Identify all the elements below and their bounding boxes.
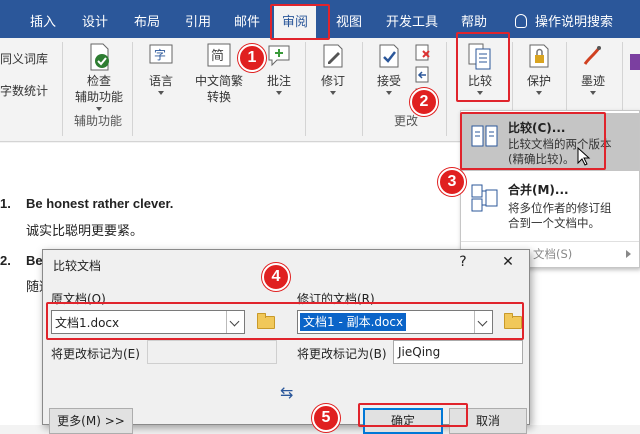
chevron-down-icon bbox=[330, 91, 336, 95]
group-separator bbox=[362, 42, 363, 136]
menu-item-combine[interactable]: 合并(M)... 将多位作者的修订组 合到一个文档中。 bbox=[461, 177, 639, 235]
chevron-down-icon bbox=[386, 91, 392, 95]
check-accessibility-button[interactable]: 检查 辅助功能 bbox=[70, 42, 128, 111]
tell-me-label: 操作说明搜索 bbox=[535, 15, 614, 30]
combine-menu-desc-2: 合到一个文档中。 bbox=[508, 216, 600, 230]
highlight-compare-button bbox=[456, 32, 510, 102]
tab-layout[interactable]: 布局 bbox=[134, 11, 160, 30]
list-number-2: 2. bbox=[0, 253, 11, 268]
accessibility-group-label: 辅助功能 bbox=[74, 114, 123, 128]
previous-change-icon[interactable] bbox=[414, 66, 432, 84]
document-line-1: Be honest rather clever. bbox=[26, 196, 174, 211]
tab-mailings[interactable]: 邮件 bbox=[234, 11, 260, 30]
chinese-conversion-icon: 简 bbox=[205, 42, 233, 70]
tab-insert[interactable]: 插入 bbox=[30, 11, 56, 30]
label-changes-right-input[interactable]: JieQing bbox=[393, 340, 523, 364]
chevron-right-icon bbox=[626, 250, 631, 258]
tab-design[interactable]: 设计 bbox=[82, 11, 108, 30]
language-label: 语言 bbox=[148, 74, 173, 88]
protect-button[interactable]: 保护 bbox=[518, 42, 560, 95]
highlight-review-tab bbox=[270, 4, 330, 40]
tell-me-search[interactable]: 操作说明搜索 bbox=[515, 11, 613, 30]
author-value: JieQing bbox=[398, 345, 441, 359]
group-separator bbox=[305, 42, 306, 136]
combine-menu-desc-1: 将多位作者的修订组 bbox=[508, 201, 612, 215]
check-accessibility-label-2: 辅助功能 bbox=[74, 90, 123, 104]
chevron-down-icon bbox=[590, 91, 596, 95]
svg-text:字: 字 bbox=[154, 47, 166, 62]
tab-view[interactable]: 视图 bbox=[336, 11, 362, 30]
dialog-close-button[interactable]: ✕ bbox=[498, 254, 518, 270]
accessibility-check-icon bbox=[85, 42, 113, 71]
document-translation-1: 诚实比聪明更要紧。 bbox=[26, 224, 144, 239]
changes-group-label: 更改 bbox=[394, 114, 419, 128]
lightbulb-icon bbox=[515, 14, 527, 28]
show-source-label: 文档(S) bbox=[533, 247, 573, 261]
group-separator bbox=[132, 42, 133, 136]
accept-button[interactable]: 接受 bbox=[368, 42, 410, 95]
reject-icon[interactable] bbox=[414, 44, 432, 62]
highlight-ok-button bbox=[358, 403, 468, 427]
tab-developer[interactable]: 开发工具 bbox=[386, 11, 438, 30]
svg-text:简: 简 bbox=[211, 48, 224, 64]
ink-button[interactable]: 墨迹 bbox=[572, 42, 614, 95]
chevron-down-icon bbox=[536, 91, 542, 95]
callout-number-1: 1 bbox=[238, 44, 266, 72]
track-changes-icon bbox=[319, 42, 347, 70]
callout-number-4: 4 bbox=[262, 263, 290, 291]
highlight-compare-menu-item bbox=[460, 112, 606, 170]
dialog-help-button[interactable]: ? bbox=[453, 254, 473, 270]
label-changes-right-label: 将更改标记为(B) bbox=[297, 347, 387, 361]
callout-number-2: 2 bbox=[410, 88, 438, 116]
chinese-conversion-label-2: 转换 bbox=[206, 90, 231, 104]
ink-label: 墨迹 bbox=[580, 74, 605, 88]
word-count-button[interactable]: 字数统计 bbox=[0, 82, 48, 99]
list-number-1: 1. bbox=[0, 196, 11, 211]
combine-menu-title: 合并(M)... bbox=[508, 183, 569, 197]
chevron-down-icon bbox=[158, 91, 164, 95]
onenote-icon[interactable] bbox=[630, 54, 640, 70]
comment-icon bbox=[265, 42, 293, 70]
accept-label: 接受 bbox=[376, 74, 401, 88]
thesaurus-button[interactable]: 同义词库 bbox=[0, 50, 48, 67]
lock-icon bbox=[525, 42, 553, 70]
group-separator bbox=[62, 42, 63, 136]
dialog-title: 比较文档 bbox=[53, 259, 102, 273]
callout-number-5: 5 bbox=[312, 404, 340, 432]
track-changes-button[interactable]: 修订 bbox=[310, 42, 356, 95]
language-button[interactable]: 字 语言 bbox=[138, 42, 184, 95]
group-separator bbox=[446, 42, 447, 136]
callout-number-3: 3 bbox=[438, 168, 466, 196]
chevron-down-icon bbox=[276, 91, 282, 95]
track-changes-label: 修订 bbox=[320, 74, 345, 88]
check-accessibility-label-1: 检查 bbox=[86, 74, 111, 88]
label-changes-left-input[interactable] bbox=[147, 340, 277, 364]
comments-label: 批注 bbox=[266, 74, 291, 88]
combine-documents-icon bbox=[471, 183, 499, 213]
tab-references[interactable]: 引用 bbox=[185, 11, 211, 30]
highlight-document-selectors bbox=[46, 302, 524, 340]
chevron-down-icon bbox=[96, 107, 102, 111]
label-changes-left-label: 将更改标记为(E) bbox=[51, 347, 140, 361]
tab-help[interactable]: 帮助 bbox=[461, 11, 487, 30]
ink-pen-icon bbox=[579, 42, 607, 70]
chinese-conversion-label-1: 中文简繁 bbox=[194, 74, 243, 88]
swap-documents-icon[interactable]: ⇆ bbox=[280, 383, 293, 402]
more-options-button[interactable]: 更多(M) >> bbox=[49, 408, 133, 434]
language-icon: 字 bbox=[147, 42, 175, 70]
protect-label: 保护 bbox=[526, 74, 551, 88]
accept-icon bbox=[375, 42, 403, 70]
